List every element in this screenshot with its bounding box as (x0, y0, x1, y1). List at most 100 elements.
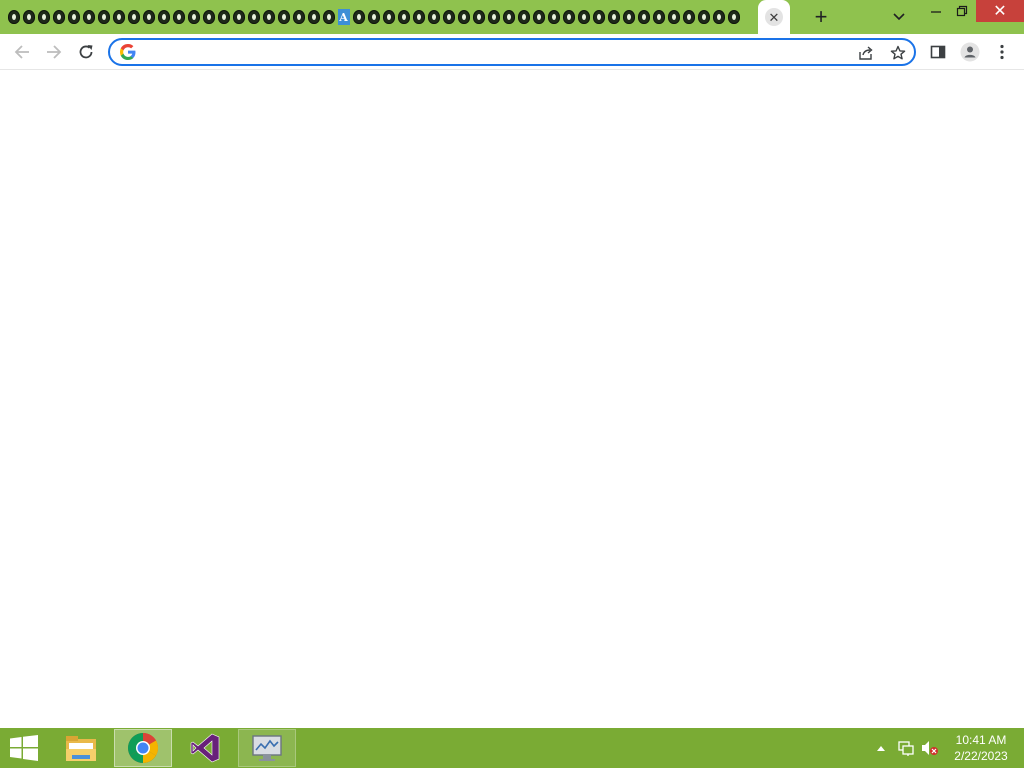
tray-overflow-button[interactable] (874, 728, 888, 768)
browser-tab[interactable] (186, 6, 201, 28)
browser-tab[interactable] (411, 6, 426, 28)
tray-volume[interactable] (920, 728, 940, 768)
letter-a-favicon-icon: A (337, 9, 350, 25)
system-clock[interactable]: 10:41 AM 2/22/2023 (944, 732, 1018, 766)
site-favicon-icon (487, 10, 500, 24)
active-tab[interactable]: ✕ (758, 0, 790, 34)
browser-tab[interactable] (231, 6, 246, 28)
browser-tab[interactable] (486, 6, 501, 28)
tab-close-button[interactable]: ✕ (765, 8, 783, 26)
browser-tab[interactable] (201, 6, 216, 28)
browser-tab[interactable] (366, 6, 381, 28)
desktop: A ✕ + ✕ 10:41 AM 2/22/2023 (0, 0, 1024, 768)
browser-tab[interactable] (81, 6, 96, 28)
browser-menu-button[interactable] (988, 38, 1016, 66)
browser-tab[interactable] (96, 6, 111, 28)
site-favicon-icon (532, 10, 545, 24)
browser-tab[interactable] (501, 6, 516, 28)
browser-tab[interactable] (261, 6, 276, 28)
browser-tab[interactable] (36, 6, 51, 28)
start-button[interactable] (0, 728, 48, 768)
network-icon (898, 741, 914, 756)
window-minimize-button[interactable] (922, 0, 950, 22)
browser-tab[interactable] (651, 6, 666, 28)
browser-tab[interactable] (516, 6, 531, 28)
browser-tab[interactable] (606, 6, 621, 28)
browser-tab[interactable] (381, 6, 396, 28)
chevron-down-icon (893, 13, 905, 21)
browser-tab[interactable] (441, 6, 456, 28)
browser-tab[interactable] (591, 6, 606, 28)
site-favicon-icon (502, 10, 515, 24)
browser-tab[interactable] (576, 6, 591, 28)
site-favicon-icon (547, 10, 560, 24)
forward-button[interactable] (40, 38, 68, 66)
browser-tab[interactable] (396, 6, 411, 28)
browser-tab[interactable] (156, 6, 171, 28)
site-favicon-icon (22, 10, 35, 24)
browser-tab[interactable] (291, 6, 306, 28)
window-restore-button[interactable] (950, 0, 974, 22)
profile-icon (960, 42, 980, 62)
site-favicon-icon (667, 10, 680, 24)
minimize-icon (931, 11, 941, 13)
browser-tab[interactable] (546, 6, 561, 28)
browser-tab[interactable] (276, 6, 291, 28)
profile-button[interactable] (956, 38, 984, 66)
side-panel-button[interactable] (924, 38, 952, 66)
browser-tab[interactable] (621, 6, 636, 28)
browser-tab[interactable] (696, 6, 711, 28)
bookmark-button[interactable] (888, 43, 908, 63)
browser-tab[interactable] (681, 6, 696, 28)
browser-tab[interactable] (306, 6, 321, 28)
browser-tab[interactable] (456, 6, 471, 28)
browser-tab[interactable]: A (336, 6, 351, 28)
site-favicon-icon (217, 10, 230, 24)
google-g-icon (120, 44, 136, 60)
site-favicon-icon (412, 10, 425, 24)
site-favicon-icon (607, 10, 620, 24)
taskbar-monitor-app[interactable] (238, 729, 296, 767)
tab-search-button[interactable] (887, 6, 911, 28)
plus-icon: + (814, 4, 828, 29)
taskbar-visual-studio[interactable] (176, 729, 234, 767)
browser-tab[interactable] (711, 6, 726, 28)
browser-tab[interactable] (351, 6, 366, 28)
browser-tab[interactable] (666, 6, 681, 28)
browser-tab[interactable] (531, 6, 546, 28)
window-close-button[interactable]: ✕ (976, 0, 1024, 22)
browser-tab[interactable] (636, 6, 651, 28)
browser-tab[interactable] (21, 6, 36, 28)
close-icon: ✕ (993, 3, 1007, 20)
taskbar-chrome[interactable] (114, 729, 172, 767)
address-input[interactable] (144, 43, 834, 61)
browser-tab[interactable] (6, 6, 21, 28)
site-favicon-icon (187, 10, 200, 24)
browser-tab[interactable] (111, 6, 126, 28)
kebab-menu-icon (1000, 44, 1004, 60)
browser-tab[interactable] (216, 6, 231, 28)
browser-tab[interactable] (471, 6, 486, 28)
browser-tab[interactable] (561, 6, 576, 28)
back-button[interactable] (8, 38, 36, 66)
browser-tab[interactable] (126, 6, 141, 28)
new-tab-button[interactable]: + (809, 4, 833, 29)
site-favicon-icon (172, 10, 185, 24)
reload-button[interactable] (72, 38, 100, 66)
restore-icon (956, 5, 968, 17)
browser-tab[interactable] (66, 6, 81, 28)
browser-tab[interactable] (321, 6, 336, 28)
browser-tab[interactable] (246, 6, 261, 28)
browser-tab[interactable] (51, 6, 66, 28)
address-bar[interactable] (108, 38, 916, 66)
share-button[interactable] (856, 43, 876, 63)
tray-network[interactable] (896, 728, 916, 768)
browser-tab[interactable] (726, 6, 741, 28)
browser-tab[interactable] (141, 6, 156, 28)
browser-tab[interactable] (426, 6, 441, 28)
site-favicon-icon (202, 10, 215, 24)
taskbar-file-explorer[interactable] (52, 729, 110, 767)
site-favicon-icon (52, 10, 65, 24)
site-favicon-icon (37, 10, 50, 24)
browser-tab[interactable] (171, 6, 186, 28)
